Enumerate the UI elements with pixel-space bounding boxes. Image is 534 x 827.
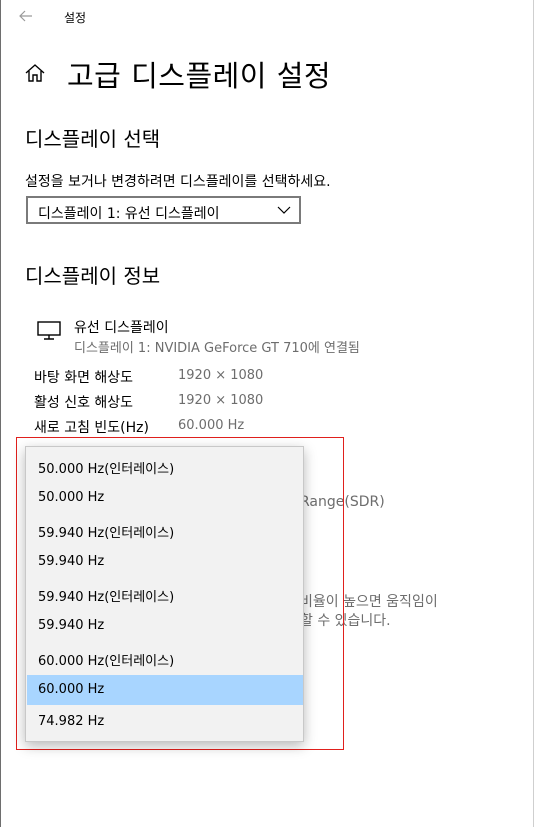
info-row-refresh-rate: 새로 고침 빈도(Hz) 60.000 Hz [34, 417, 334, 439]
refresh-rate-option[interactable]: 59.940 Hz(인터레이스) [27, 579, 303, 609]
refresh-rate-option[interactable]: 50.000 Hz [27, 483, 303, 513]
info-label: 바탕 화면 해상도 [34, 370, 134, 386]
info-row-active-signal-resolution: 활성 신호 해상도 1920 × 1080 [34, 392, 334, 414]
monitor-icon [37, 321, 61, 340]
info-value: 60.000 Hz [178, 418, 245, 433]
option-label: 59.940 Hz(인터레이스) [38, 526, 175, 541]
info-label: 활성 신호 해상도 [34, 395, 134, 411]
refresh-rate-option[interactable]: 59.940 Hz [27, 611, 303, 641]
option-label: 59.940 Hz [38, 554, 105, 569]
page-title: 고급 디스플레이 설정 [67, 59, 332, 93]
refresh-rate-option[interactable]: 60.000 Hz(인터레이스) [27, 643, 303, 673]
option-label: 50.000 Hz(인터레이스) [38, 462, 175, 477]
display-name: 유선 디스플레이 [74, 320, 169, 336]
home-button[interactable] [24, 62, 46, 84]
info-value: 1920 × 1080 [178, 393, 264, 408]
refresh-rate-option[interactable]: 74.982 Hz [27, 707, 303, 737]
info-row-desktop-resolution: 바탕 화면 해상도 1920 × 1080 [34, 367, 334, 389]
option-label: 59.940 Hz [38, 618, 105, 633]
display-select-dropdown[interactable]: 디스플레이 1: 유선 디스플레이 [26, 196, 301, 224]
option-label: 59.940 Hz(인터레이스) [38, 590, 175, 605]
refresh-rate-option-selected[interactable]: 60.000 Hz [27, 675, 303, 705]
window-title: 설정 [64, 11, 87, 25]
refresh-rate-option[interactable]: 50.000 Hz(인터레이스) [27, 451, 303, 481]
option-label: 50.000 Hz [38, 490, 105, 505]
display-connection-info: 디스플레이 1: NVIDIA GeForce GT 710에 연결됨 [74, 341, 360, 356]
chevron-down-icon [277, 206, 291, 214]
back-arrow-icon [19, 10, 32, 22]
option-label: 60.000 Hz(인터레이스) [38, 654, 175, 669]
refresh-rate-option[interactable]: 59.940 Hz [27, 547, 303, 577]
refresh-rate-option[interactable]: 59.940 Hz(인터레이스) [27, 515, 303, 545]
refresh-rate-dropdown-list[interactable]: 50.000 Hz(인터레이스) 50.000 Hz 59.940 Hz(인터레… [25, 446, 304, 742]
display-select-description: 설정을 보거나 변경하려면 디스플레이를 선택하세요. [25, 174, 331, 190]
info-label: 새로 고침 빈도(Hz) [34, 420, 149, 436]
option-label: 60.000 Hz [38, 682, 105, 697]
display-select-heading: 디스플레이 선택 [25, 127, 161, 151]
display-info-heading: 디스플레이 정보 [25, 264, 161, 288]
home-icon [25, 64, 45, 82]
display-select-value: 디스플레이 1: 유선 디스플레이 [38, 206, 220, 222]
title-bar: 설정 [1, 0, 533, 34]
back-button[interactable] [13, 4, 39, 28]
option-label: 74.982 Hz [38, 714, 105, 729]
info-value: 1920 × 1080 [178, 368, 264, 383]
window-left-border [0, 0, 1, 827]
